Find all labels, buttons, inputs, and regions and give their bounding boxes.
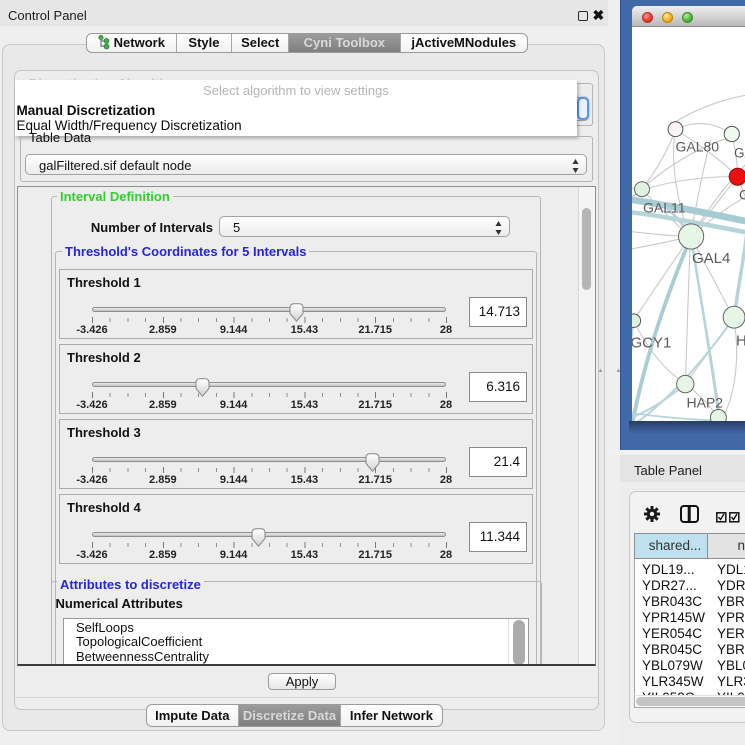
- svg-text:C: C: [739, 187, 745, 203]
- svg-text:HAP2: HAP2: [686, 395, 723, 411]
- svg-text:GAL80: GAL80: [675, 139, 719, 155]
- svg-text:GAL11: GAL11: [643, 200, 686, 216]
- svg-text:GAL4: GAL4: [692, 250, 730, 267]
- svg-text:GCY1: GCY1: [632, 335, 671, 352]
- svg-text:H: H: [736, 333, 745, 350]
- svg-text:GA: GA: [734, 146, 745, 161]
